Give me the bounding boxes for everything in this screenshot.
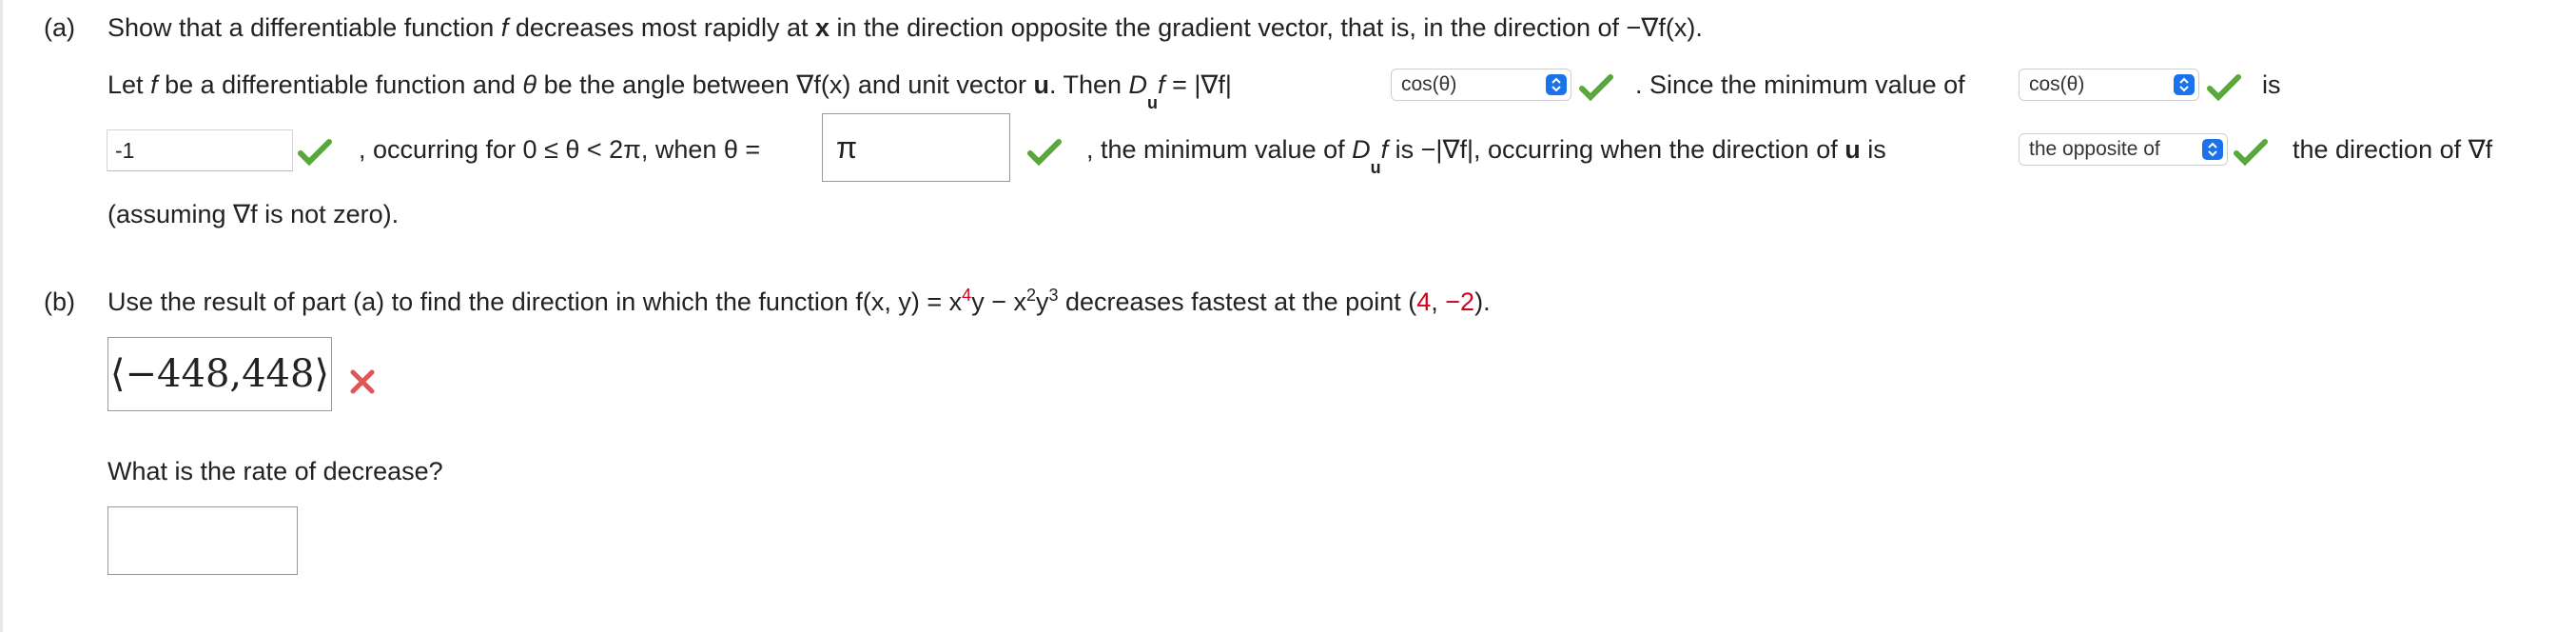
part-a-line2-occurring: , occurring for 0 ≤ θ < 2π, when θ = xyxy=(359,135,761,164)
direction-select[interactable]: the opposite of xyxy=(2019,133,2228,166)
part-a-line3: (assuming ∇f is not zero). xyxy=(107,200,400,228)
correct-check-icon xyxy=(1579,74,1613,101)
part-a-line2-min: , the minimum value of Duf is −|∇f|, occ… xyxy=(1086,135,1886,178)
select-chevron-icon xyxy=(2202,139,2223,160)
cos-select-1[interactable]: cos(θ) xyxy=(1391,69,1571,101)
correct-check-icon xyxy=(2234,139,2268,166)
part-a-line1-is: is xyxy=(2262,70,2281,99)
part-a-line1-left: Let f be a differentiable function and θ… xyxy=(107,70,1232,113)
part-b-prompt: Use the result of part (a) to find the d… xyxy=(107,286,1491,316)
part-a-prompt: Show that a differentiable function f de… xyxy=(107,13,1703,42)
rate-answer-field[interactable] xyxy=(107,506,298,575)
correct-check-icon xyxy=(1027,139,1062,166)
part-a-line1-since: . Since the minimum value of xyxy=(1635,70,1965,99)
theta-answer-field[interactable]: π xyxy=(822,113,1010,182)
correct-check-icon xyxy=(298,139,332,166)
part-a-line2-direction: the direction of ∇f xyxy=(2293,135,2493,164)
select-chevron-icon xyxy=(2174,74,2195,95)
rate-question: What is the rate of decrease? xyxy=(107,457,443,485)
cos-select-2[interactable]: cos(θ) xyxy=(2019,69,2199,101)
min-value-field[interactable]: -1 xyxy=(107,129,293,171)
select-chevron-icon xyxy=(1546,74,1567,95)
part-b-label: (b) xyxy=(44,287,75,316)
part-a-label: (a) xyxy=(44,13,75,42)
incorrect-x-icon xyxy=(350,369,375,394)
correct-check-icon xyxy=(2207,74,2241,101)
direction-answer-field[interactable]: ⟨−448,448⟩ xyxy=(107,337,332,411)
